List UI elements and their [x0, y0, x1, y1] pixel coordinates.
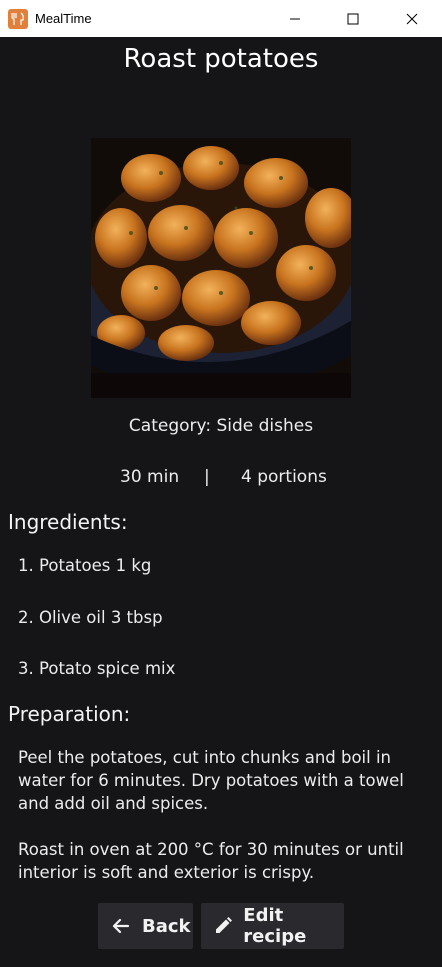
close-button[interactable] — [383, 0, 441, 37]
recipe-title: Roast potatoes — [123, 44, 319, 74]
preparation-paragraph: Roast in oven at 200 °C for 30 minutes o… — [18, 840, 404, 882]
window-titlebar[interactable]: MealTime — [0, 0, 442, 37]
ingredients-heading: Ingredients: — [8, 510, 128, 534]
recipe-category: Category: Side dishes — [128, 416, 314, 436]
preparation-heading: Preparation: — [8, 702, 131, 726]
ingredient-item: 1. Potatoes 1 kg — [18, 556, 152, 575]
arrow-left-icon — [110, 915, 132, 937]
minimize-icon — [290, 18, 300, 19]
minimize-button[interactable] — [266, 0, 324, 37]
maximize-button[interactable] — [324, 0, 382, 37]
utensils-icon — [8, 8, 28, 29]
recipe-photo — [91, 138, 351, 398]
edit-recipe-button[interactable]: Edit recipe — [201, 903, 344, 949]
ingredient-item: 2. Olive oil 3 tbsp — [18, 607, 163, 627]
ingredients-list: 1. Potatoes 1 kg 2. Olive oil 3 tbsp 3. … — [18, 556, 175, 711]
cooking-time: 30 min — [120, 467, 180, 487]
preparation-paragraph: Peel the potatoes, cut into chunks and b… — [18, 748, 404, 813]
portions: 4 portions — [241, 467, 327, 487]
back-button-label: Back — [142, 915, 191, 937]
app-title: MealTime — [35, 11, 92, 26]
back-button[interactable]: Back — [98, 903, 193, 949]
preparation-text: Peel the potatoes, cut into chunks and b… — [18, 746, 428, 907]
close-icon — [406, 13, 418, 24]
meta-separator: | — [204, 467, 210, 487]
edit-recipe-button-label: Edit recipe — [243, 905, 307, 947]
pencil-icon — [213, 915, 233, 937]
maximize-icon — [347, 13, 359, 24]
